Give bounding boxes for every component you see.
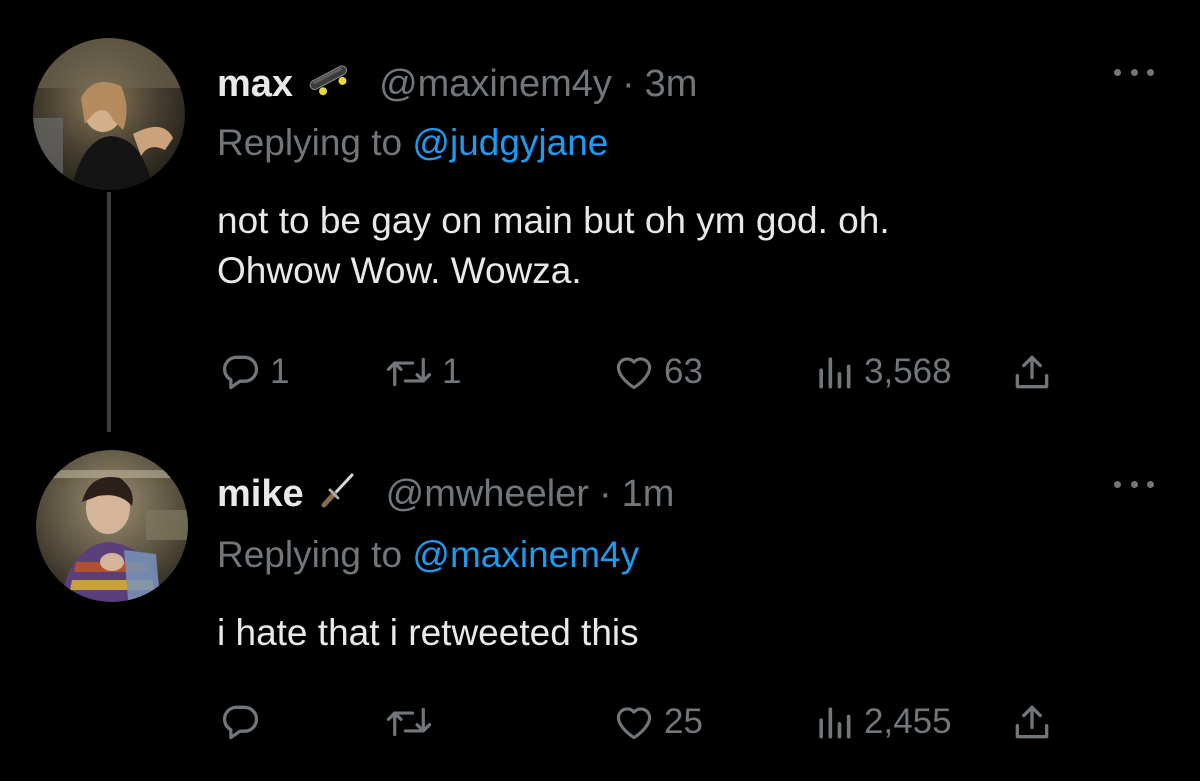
retweet-button[interactable]: 1 (384, 348, 461, 396)
views-icon (819, 707, 851, 739)
avatar-mike[interactable] (36, 450, 188, 602)
reply-count: 1 (270, 352, 290, 391)
replying-to-label: Replying to (217, 122, 403, 163)
action-bar: 1 1 63 3,568 (0, 348, 1200, 396)
more-options-icon[interactable] (1114, 62, 1154, 82)
display-name[interactable]: max (217, 63, 293, 106)
view-count: 2,455 (864, 702, 952, 741)
timestamp[interactable]: 1m (622, 473, 675, 516)
like-button[interactable]: 63 (612, 348, 703, 396)
share-button[interactable] (1010, 348, 1054, 396)
reply-icon (222, 705, 259, 740)
retweet-icon (386, 357, 432, 387)
tweet-header: max @maxinem4y · 3m (217, 58, 697, 110)
views-button[interactable]: 2,455 (812, 698, 952, 746)
retweet-count: 1 (442, 352, 462, 391)
timestamp[interactable]: 3m (645, 63, 698, 106)
share-icon (1015, 355, 1049, 389)
replying-to-label: Replying to (217, 534, 403, 575)
skateboard-icon (305, 59, 353, 109)
view-count: 3,568 (864, 352, 952, 391)
separator-dot: · (598, 472, 612, 515)
retweet-button[interactable] (384, 698, 442, 746)
views-button[interactable]: 3,568 (812, 348, 952, 396)
retweet-icon (386, 707, 432, 737)
avatar-max[interactable] (33, 38, 185, 190)
replying-to-line: Replying to @maxinem4y (217, 534, 639, 576)
handle[interactable]: @mwheeler (386, 473, 589, 516)
tweet-text: not to be gay on main but oh ym god. oh.… (217, 196, 890, 296)
thread-connector-line (107, 192, 111, 432)
separator-dot: · (621, 62, 635, 105)
display-name[interactable]: mike (217, 473, 304, 516)
more-options-icon[interactable] (1114, 474, 1154, 494)
tweet-text-line: not to be gay on main but oh ym god. oh. (217, 200, 890, 241)
heart-icon (616, 707, 652, 740)
reply-button[interactable]: 1 (218, 348, 289, 396)
tweet-header: mike @mwheeler · 1m (217, 468, 674, 520)
heart-icon (616, 357, 652, 390)
tweet-text: i hate that i retweeted this (217, 608, 639, 658)
views-icon (819, 357, 851, 389)
share-icon (1015, 705, 1049, 739)
like-button[interactable]: 25 (612, 698, 703, 746)
replying-to-mention[interactable]: @maxinem4y (412, 534, 639, 575)
reply-button[interactable] (218, 698, 270, 746)
tweet-text-line: i hate that i retweeted this (217, 612, 639, 653)
like-count: 63 (664, 352, 703, 391)
dagger-icon (316, 467, 360, 521)
action-bar: 25 2,455 (0, 698, 1200, 746)
tweet-text-line: Ohwow Wow. Wowza. (217, 250, 582, 291)
replying-to-line: Replying to @judgyjane (217, 122, 608, 164)
handle[interactable]: @maxinem4y (379, 63, 612, 106)
share-button[interactable] (1010, 698, 1054, 746)
reply-icon (222, 355, 259, 390)
replying-to-mention[interactable]: @judgyjane (412, 122, 608, 163)
like-count: 25 (664, 702, 703, 741)
